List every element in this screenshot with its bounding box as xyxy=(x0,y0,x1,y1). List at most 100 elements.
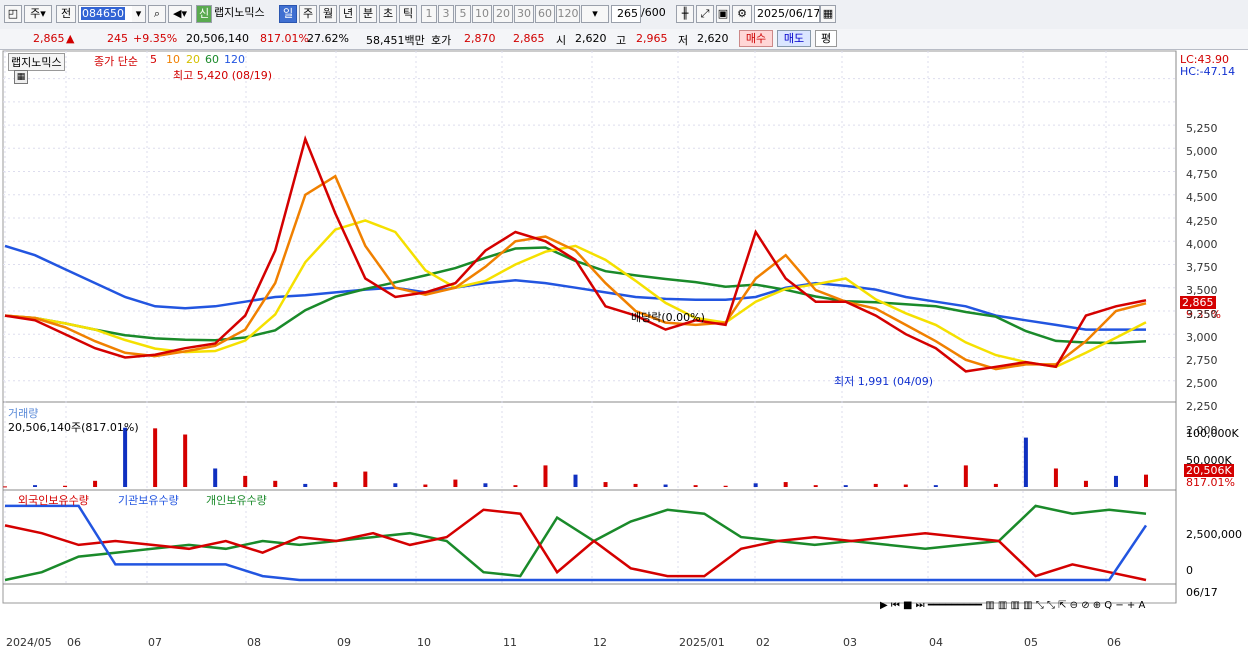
count-input[interactable]: 265 xyxy=(611,5,641,23)
date-input[interactable]: 2025/06/17 xyxy=(754,5,820,23)
legend-stock-name[interactable]: 랩지노믹스 xyxy=(8,53,65,71)
price-y-tick: 2,750 xyxy=(1186,353,1218,367)
x-axis-tick: 12 xyxy=(593,636,607,649)
interval-30[interactable]: 30 xyxy=(514,5,534,23)
x-axis-tick: 11 xyxy=(503,636,517,649)
volume-bar xyxy=(1144,474,1148,487)
legend-ma10[interactable]: 10 xyxy=(166,53,180,66)
current-price: 2,865 xyxy=(33,32,65,45)
x-axis-tick: 07 xyxy=(148,636,162,649)
min-price-annotation: 최저 1,991 (04/09) xyxy=(834,375,934,388)
volume-bar xyxy=(213,468,218,487)
interval-1[interactable]: 1 xyxy=(421,5,437,23)
high-label: 고 xyxy=(616,34,627,47)
calendar-icon[interactable]: ▦ xyxy=(820,5,836,23)
x-axis-tick: 06 xyxy=(67,636,81,649)
toolbar: ◰ 주▾ 전 084650 ▾ ⌕ ◀▾ 신 랩지노믹스 일 주 월 년 분 초… xyxy=(0,0,1248,30)
interval-dropdown[interactable]: ▾ xyxy=(581,5,609,23)
open-label: 시 xyxy=(556,34,567,47)
prev-button[interactable]: 전 xyxy=(56,5,76,23)
legend-ma60[interactable]: 60 xyxy=(205,53,219,66)
eval-button[interactable]: 평 xyxy=(815,30,837,47)
candle-type-icon[interactable]: ╫ xyxy=(676,5,694,23)
volume-bar xyxy=(663,484,668,487)
volume-bar xyxy=(723,485,728,487)
volume-bar xyxy=(813,485,818,487)
interval-20[interactable]: 20 xyxy=(493,5,513,23)
legend-ma20[interactable]: 20 xyxy=(186,53,200,66)
legend-ma120[interactable]: 120 xyxy=(224,53,245,66)
holding-legend-institution[interactable]: 기관보유수량 xyxy=(118,492,179,508)
period-tab-year[interactable]: 년 xyxy=(339,5,357,23)
volume-bar xyxy=(783,482,788,487)
period-tab-second[interactable]: 초 xyxy=(379,5,397,23)
search-icon[interactable]: ⌕ xyxy=(148,5,166,23)
legend-ma-type[interactable]: 종가 단순 xyxy=(94,53,138,69)
chart-canvas[interactable] xyxy=(0,50,1248,621)
gear-icon[interactable]: ⚙ xyxy=(732,5,752,23)
trend-tool-icon[interactable]: ⤢ xyxy=(696,5,714,23)
interval-60[interactable]: 60 xyxy=(535,5,555,23)
period-tab-month[interactable]: 월 xyxy=(319,5,337,23)
interval-5[interactable]: 5 xyxy=(455,5,471,23)
x-axis-tick: 04 xyxy=(929,636,943,649)
sell-button[interactable]: 매도 xyxy=(777,30,811,47)
legend-ma5[interactable]: 5 xyxy=(150,53,157,66)
market-type-select[interactable]: 주▾ xyxy=(24,5,52,23)
low-label: 저 xyxy=(678,34,689,47)
volume-bar xyxy=(993,483,998,487)
price-y-tick: 3,500 xyxy=(1186,284,1218,298)
volume-bar xyxy=(573,474,578,487)
volume-bar xyxy=(243,475,248,487)
x-axis-tick: 05 xyxy=(1024,636,1038,649)
holding-tick-2500000: 2,500,000 xyxy=(1186,528,1242,541)
x-axis-tick: 2025/01 xyxy=(679,636,725,649)
period-tab-tick[interactable]: 틱 xyxy=(399,5,417,23)
window-menu-icon[interactable]: ◰ xyxy=(4,5,22,23)
holding-legend-foreign[interactable]: 외국인보유수량 xyxy=(18,492,89,508)
volume-bar xyxy=(903,484,908,487)
interval-120[interactable]: 120 xyxy=(556,5,580,23)
volume-bar xyxy=(363,471,368,487)
chart-area[interactable]: 랩지노믹스 ▦ 종가 단순 5 10 20 60 120 최고 5,420 (0… xyxy=(0,50,1248,649)
buy-button[interactable]: 매수 xyxy=(739,30,773,47)
sound-icon[interactable]: ◀▾ xyxy=(168,5,192,23)
period-tab-day[interactable]: 일 xyxy=(279,5,297,23)
volume-bar xyxy=(1113,475,1118,487)
price-y-tick: 4,000 xyxy=(1186,237,1218,251)
volume-pct-tag: 817.01% xyxy=(1186,476,1235,489)
price-y-tick: 4,750 xyxy=(1186,168,1218,182)
low-price: 2,620 xyxy=(697,32,729,45)
price-y-tick: 4,250 xyxy=(1186,214,1218,228)
price-y-tick: 5,250 xyxy=(1186,121,1218,135)
volume-bar xyxy=(333,482,338,487)
x-axis-tick: 2024/05 xyxy=(6,636,52,649)
volume-value: 20,506,140 xyxy=(186,32,249,45)
holding-legend-individual[interactable]: 개인보유수량 xyxy=(206,492,267,508)
volume-bar xyxy=(603,482,608,487)
save-icon[interactable]: ▣ xyxy=(716,5,730,23)
volume-bar xyxy=(3,486,7,488)
volume-panel-value: 20,506,140주(817.01%) xyxy=(8,421,139,434)
interval-10[interactable]: 10 xyxy=(472,5,492,23)
volume-bar xyxy=(63,485,68,487)
price-y-tick: 3,250 xyxy=(1186,307,1218,321)
volume-bar xyxy=(513,485,518,487)
volume-tick-100000: 100,000K xyxy=(1186,427,1239,440)
open-price: 2,620 xyxy=(575,32,607,45)
interval-3[interactable]: 3 xyxy=(438,5,454,23)
scroll-controls[interactable]: ▶ ⏮ ■ ⏭ ━━━━━━━━━ ▥ ▥ ▥ ▥ ⤡ ⤡ ⇱ ⊖ ⊘ ⊕ Q … xyxy=(880,600,1145,611)
x-axis-tick: 10 xyxy=(417,636,431,649)
volume-bar xyxy=(123,427,128,487)
price-y-tick: 5,000 xyxy=(1186,144,1218,158)
period-tab-minute[interactable]: 분 xyxy=(359,5,377,23)
code-dropdown-icon[interactable]: ▾ xyxy=(132,5,146,23)
price-y-tick: 2,250 xyxy=(1186,400,1218,414)
quote-label: 호가 xyxy=(431,34,452,47)
price-y-tick: 4,500 xyxy=(1186,191,1218,205)
volume-bar xyxy=(843,485,848,487)
stock-name: 랩지노믹스 xyxy=(214,6,265,19)
volume-bar xyxy=(1023,437,1028,487)
period-tab-week[interactable]: 주 xyxy=(299,5,317,23)
table-icon[interactable]: ▦ xyxy=(14,70,28,84)
